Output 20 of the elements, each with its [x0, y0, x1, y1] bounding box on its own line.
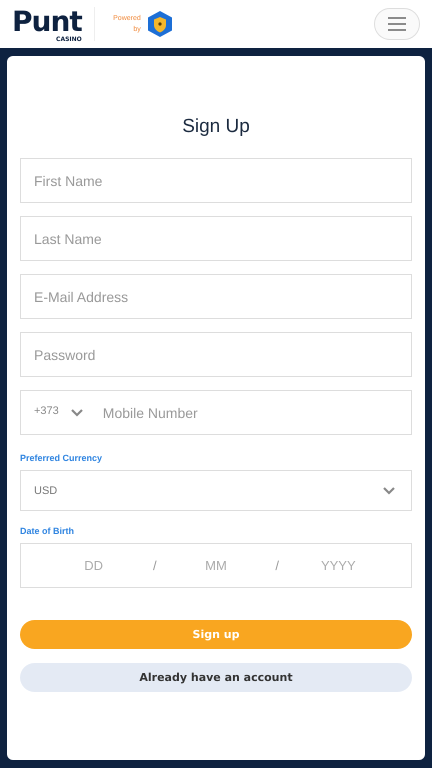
text-field[interactable]: Password: [20, 332, 412, 377]
chevron-down-icon: [70, 408, 83, 416]
text-field[interactable]: E-Mail Address: [20, 274, 412, 319]
menu-icon: [387, 17, 407, 31]
text-field[interactable]: Last Name: [20, 216, 412, 261]
shield-icon: [146, 10, 173, 38]
sign-up-button[interactable]: Sign up: [20, 620, 412, 649]
logo-text: Punt: [12, 5, 82, 38]
country-code[interactable]: +373: [34, 405, 59, 417]
phone-field[interactable]: +373 Mobile Number: [20, 390, 412, 435]
date-separator: /: [275, 558, 279, 573]
chevron-down-icon: [383, 486, 395, 494]
currency-select[interactable]: USD: [20, 470, 412, 511]
form-title: Sign Up: [181, 116, 251, 138]
menu-button[interactable]: [374, 8, 420, 40]
login-button[interactable]: Already have an account: [20, 663, 412, 692]
date-separator: /: [153, 558, 157, 573]
text-field[interactable]: First Name: [20, 158, 412, 203]
field-label: Date of Birth: [20, 526, 75, 536]
field-label: Preferred Currency: [20, 453, 104, 463]
